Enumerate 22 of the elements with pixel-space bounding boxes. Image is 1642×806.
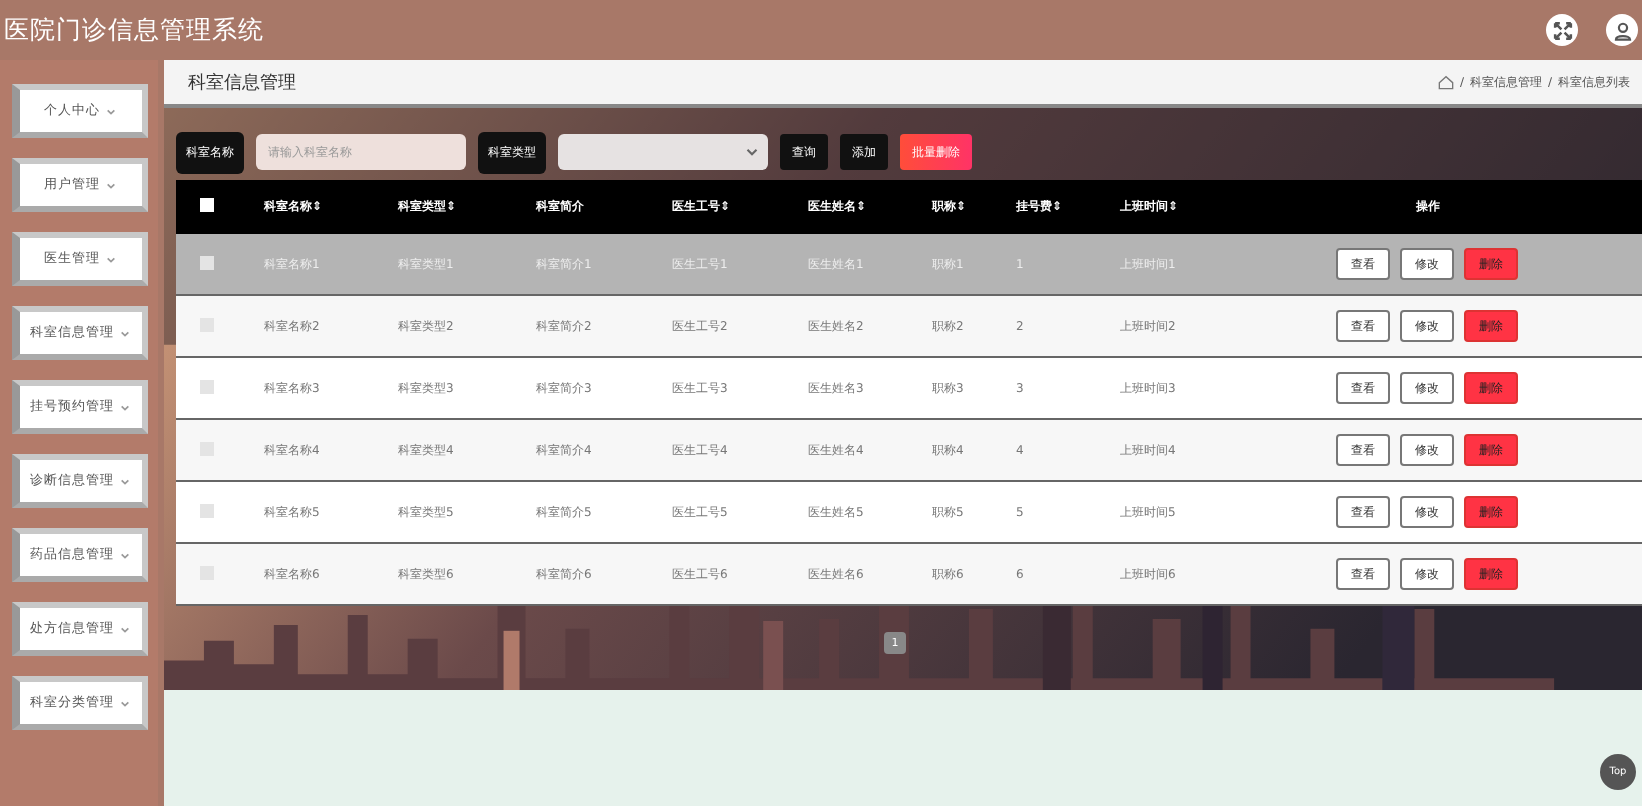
caret-icon xyxy=(106,107,116,115)
caret-icon xyxy=(106,255,116,263)
user-button[interactable] xyxy=(1606,14,1638,46)
caret-icon xyxy=(120,329,130,337)
app-title: 医院门诊信息管理系统 xyxy=(4,13,264,47)
row-checkbox[interactable] xyxy=(200,503,214,517)
caret-icon xyxy=(746,148,758,156)
user-icon xyxy=(1611,19,1633,41)
caret-icon xyxy=(120,625,130,633)
row-checkbox[interactable] xyxy=(200,255,214,269)
select-all-checkbox[interactable] xyxy=(200,198,214,212)
type-select[interactable] xyxy=(558,134,768,170)
expand-icon xyxy=(1551,19,1573,41)
home-icon xyxy=(1437,74,1454,90)
caret-icon xyxy=(120,477,130,485)
caret-icon xyxy=(120,699,130,707)
caret-icon xyxy=(120,551,130,559)
caret-icon xyxy=(120,403,130,411)
row-checkbox[interactable] xyxy=(200,379,214,393)
page-title: 科室信息管理 xyxy=(188,71,296,95)
fullscreen-button[interactable] xyxy=(1546,14,1578,46)
caret-icon xyxy=(106,181,116,189)
